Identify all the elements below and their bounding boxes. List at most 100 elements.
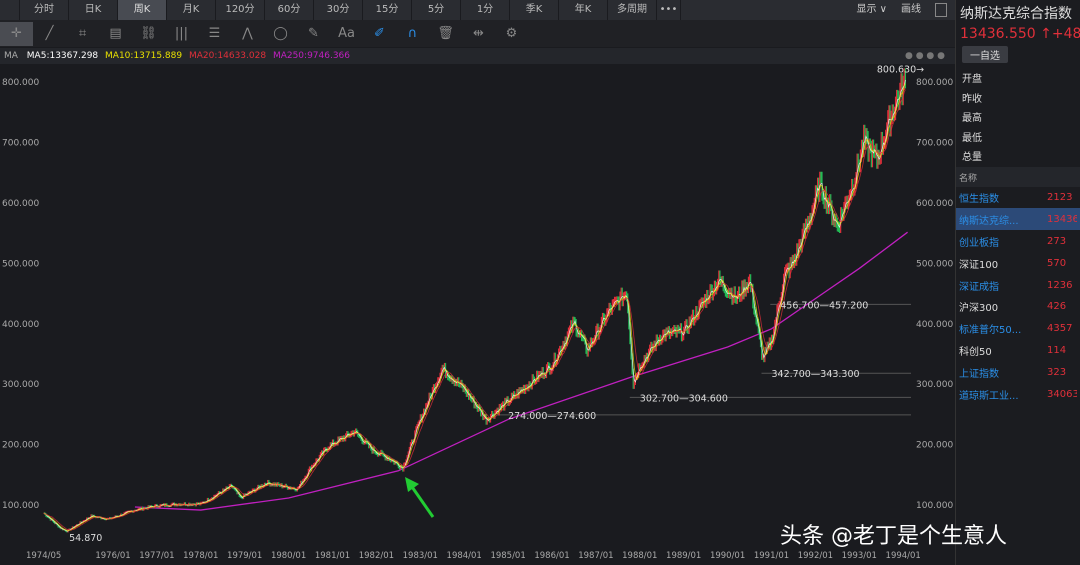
price-annotation: 54.870	[69, 533, 102, 544]
tab-0[interactable]: 分时	[20, 0, 69, 20]
y-tick-left: 800.000	[2, 78, 39, 88]
x-tick: 1979/01	[227, 551, 262, 561]
crop-tool-icon[interactable]: ⌗	[66, 26, 99, 41]
tab-11[interactable]: 年K	[559, 0, 608, 20]
x-tick: 1978/01	[183, 551, 218, 561]
field-label: 最低	[962, 132, 982, 144]
price-chart[interactable]: 100.000 100.000 200.000 200.000 300.000 300.0…	[0, 64, 955, 565]
watchlist-row[interactable]: 恒生指数 2123	[956, 187, 1080, 209]
watermark: 头条 @老丁是个生意人	[780, 524, 1007, 549]
tab-7[interactable]: 15分	[363, 0, 412, 20]
watchlist-row[interactable]: 标准普尔50... 4357	[956, 318, 1080, 340]
fibonacci-tool-icon[interactable]: ☰	[198, 26, 231, 41]
ma5-value: MA5:13367.298	[26, 51, 99, 61]
y-tick-right: 500.000	[916, 259, 953, 269]
x-tick: 1992/01	[798, 551, 833, 561]
x-tick: 1989/01	[666, 551, 701, 561]
x-tick: 1984/01	[447, 551, 482, 561]
display-dropdown[interactable]: 显示 ∨	[857, 0, 888, 20]
y-tick-right: 300.000	[916, 380, 953, 390]
watchlist-row[interactable]: 科创50 114	[956, 340, 1080, 362]
x-tick: 1990/01	[710, 551, 745, 561]
y-tick-right: 800.000	[916, 78, 953, 88]
y-tick-left: 200.000	[2, 441, 39, 451]
watchlist-row[interactable]: 纳斯达克综... 13436	[956, 208, 1080, 231]
tab-1[interactable]: 日K	[69, 0, 118, 20]
field-label: 开盘	[962, 74, 982, 85]
x-tick: 1993/01	[842, 551, 877, 561]
y-tick-right: 700.000	[916, 139, 953, 149]
y-tick-left: 400.000	[2, 320, 39, 330]
tab-3[interactable]: 月K	[167, 0, 216, 20]
row-name: 深证成指	[959, 281, 999, 293]
watchlist-row[interactable]: 深证成指 1236	[956, 274, 1080, 296]
ruler-tool-icon[interactable]: ✎	[297, 26, 330, 41]
x-tick: 1977/01	[139, 551, 174, 561]
tab-13[interactable]: •••	[657, 0, 681, 20]
parallel-tool-icon[interactable]: |||	[165, 26, 198, 41]
row-name: 道琼斯工业...	[959, 390, 1019, 402]
watchlist-row[interactable]: 创业板指 273	[956, 230, 1080, 252]
x-tick: 1987/01	[578, 551, 613, 561]
tab-4[interactable]: 120分	[216, 0, 265, 20]
x-tick: 1994/01	[886, 551, 921, 561]
y-tick-left: 700.000	[2, 139, 39, 149]
x-tick: 1976/01	[95, 551, 130, 561]
watchlist-row[interactable]: 道琼斯工业... 34063	[956, 384, 1080, 406]
ma-label: MA	[4, 51, 18, 61]
row-value: 323	[1047, 367, 1067, 379]
fan-tool-icon[interactable]: ▤	[99, 26, 132, 41]
row-value: 1236	[1047, 279, 1073, 291]
watchlist-row[interactable]: 上证指数 323	[956, 362, 1080, 384]
link-tool-icon[interactable]: ⛓	[132, 26, 165, 41]
row-value: 426	[1047, 301, 1067, 313]
y-tick-left: 500.000	[2, 259, 39, 269]
pane-controls[interactable]: ● ● ● ●	[905, 48, 945, 64]
period-tabs: 分时 日K 周K 月K 120分 60分 30分 15分 5分 1分 季K 年K 多周期 ••• 显示 ∨ 画…	[0, 0, 955, 20]
tab-12[interactable]: 多周期	[608, 0, 657, 20]
ma-line	[43, 79, 906, 532]
row-name: 创业板指	[959, 237, 999, 249]
wave-tool-icon[interactable]: ⋀	[231, 26, 264, 41]
magnet-tool-icon[interactable]: ∩	[396, 26, 429, 41]
row-name: 上证指数	[959, 369, 999, 381]
draw-lines-button[interactable]: 画线	[901, 0, 921, 20]
tab-8[interactable]: 5分	[412, 0, 461, 20]
tab-10[interactable]: 季K	[510, 0, 559, 20]
row-value: 13436	[1047, 213, 1077, 225]
row-name: 沪深300	[959, 303, 999, 315]
tab-right: 显示 ∨ 画线	[857, 0, 956, 20]
tab-9[interactable]: 1分	[461, 0, 510, 20]
tab-6[interactable]: 30分	[314, 0, 363, 20]
price-annotation: 800.630→	[877, 64, 924, 75]
ellipse-tool-icon[interactable]: ◯	[264, 26, 297, 41]
index-price: 13436.550 ↑+487.	[960, 26, 1080, 42]
text-tool-icon[interactable]: Aa	[330, 26, 363, 41]
tab-2[interactable]: 周K	[118, 0, 167, 20]
watchlist-row[interactable]: 沪深300 426	[956, 296, 1080, 318]
line-tool-icon[interactable]: ╱	[33, 26, 66, 41]
x-tick: 1991/01	[754, 551, 789, 561]
pen-tool-icon[interactable]: ✐	[363, 26, 396, 41]
settings-gear-icon[interactable]: ⚙	[495, 26, 528, 41]
crosshair-tool-icon[interactable]: ✛	[0, 21, 33, 46]
row-value: 4357	[1047, 323, 1073, 335]
trash-icon[interactable]: 🗑	[429, 26, 462, 41]
x-tick: 1986/01	[534, 551, 569, 561]
field-label: 总量	[962, 152, 982, 163]
panel-toggle-icon[interactable]	[935, 3, 947, 17]
ma20-value: MA20:14633.028	[188, 51, 267, 61]
row-name: 深证100	[959, 259, 999, 271]
layout-toggle[interactable]	[0, 0, 20, 20]
watchlist-row[interactable]: 深证100 570	[956, 252, 1080, 274]
x-tick: 1974/05	[26, 551, 61, 561]
row-name: 恒生指数	[959, 193, 999, 205]
index-title: 纳斯达克综合指数	[960, 6, 1072, 22]
add-watchlist-button[interactable]: 一自选	[962, 46, 1008, 63]
split-tool-icon[interactable]: ⇹	[462, 26, 495, 41]
y-tick-left: 600.000	[2, 199, 39, 209]
y-tick-right: 100.000	[916, 501, 953, 511]
tab-5[interactable]: 60分	[265, 0, 314, 20]
row-name: 科创50	[959, 347, 992, 359]
x-tick: 1983/01	[403, 551, 438, 561]
